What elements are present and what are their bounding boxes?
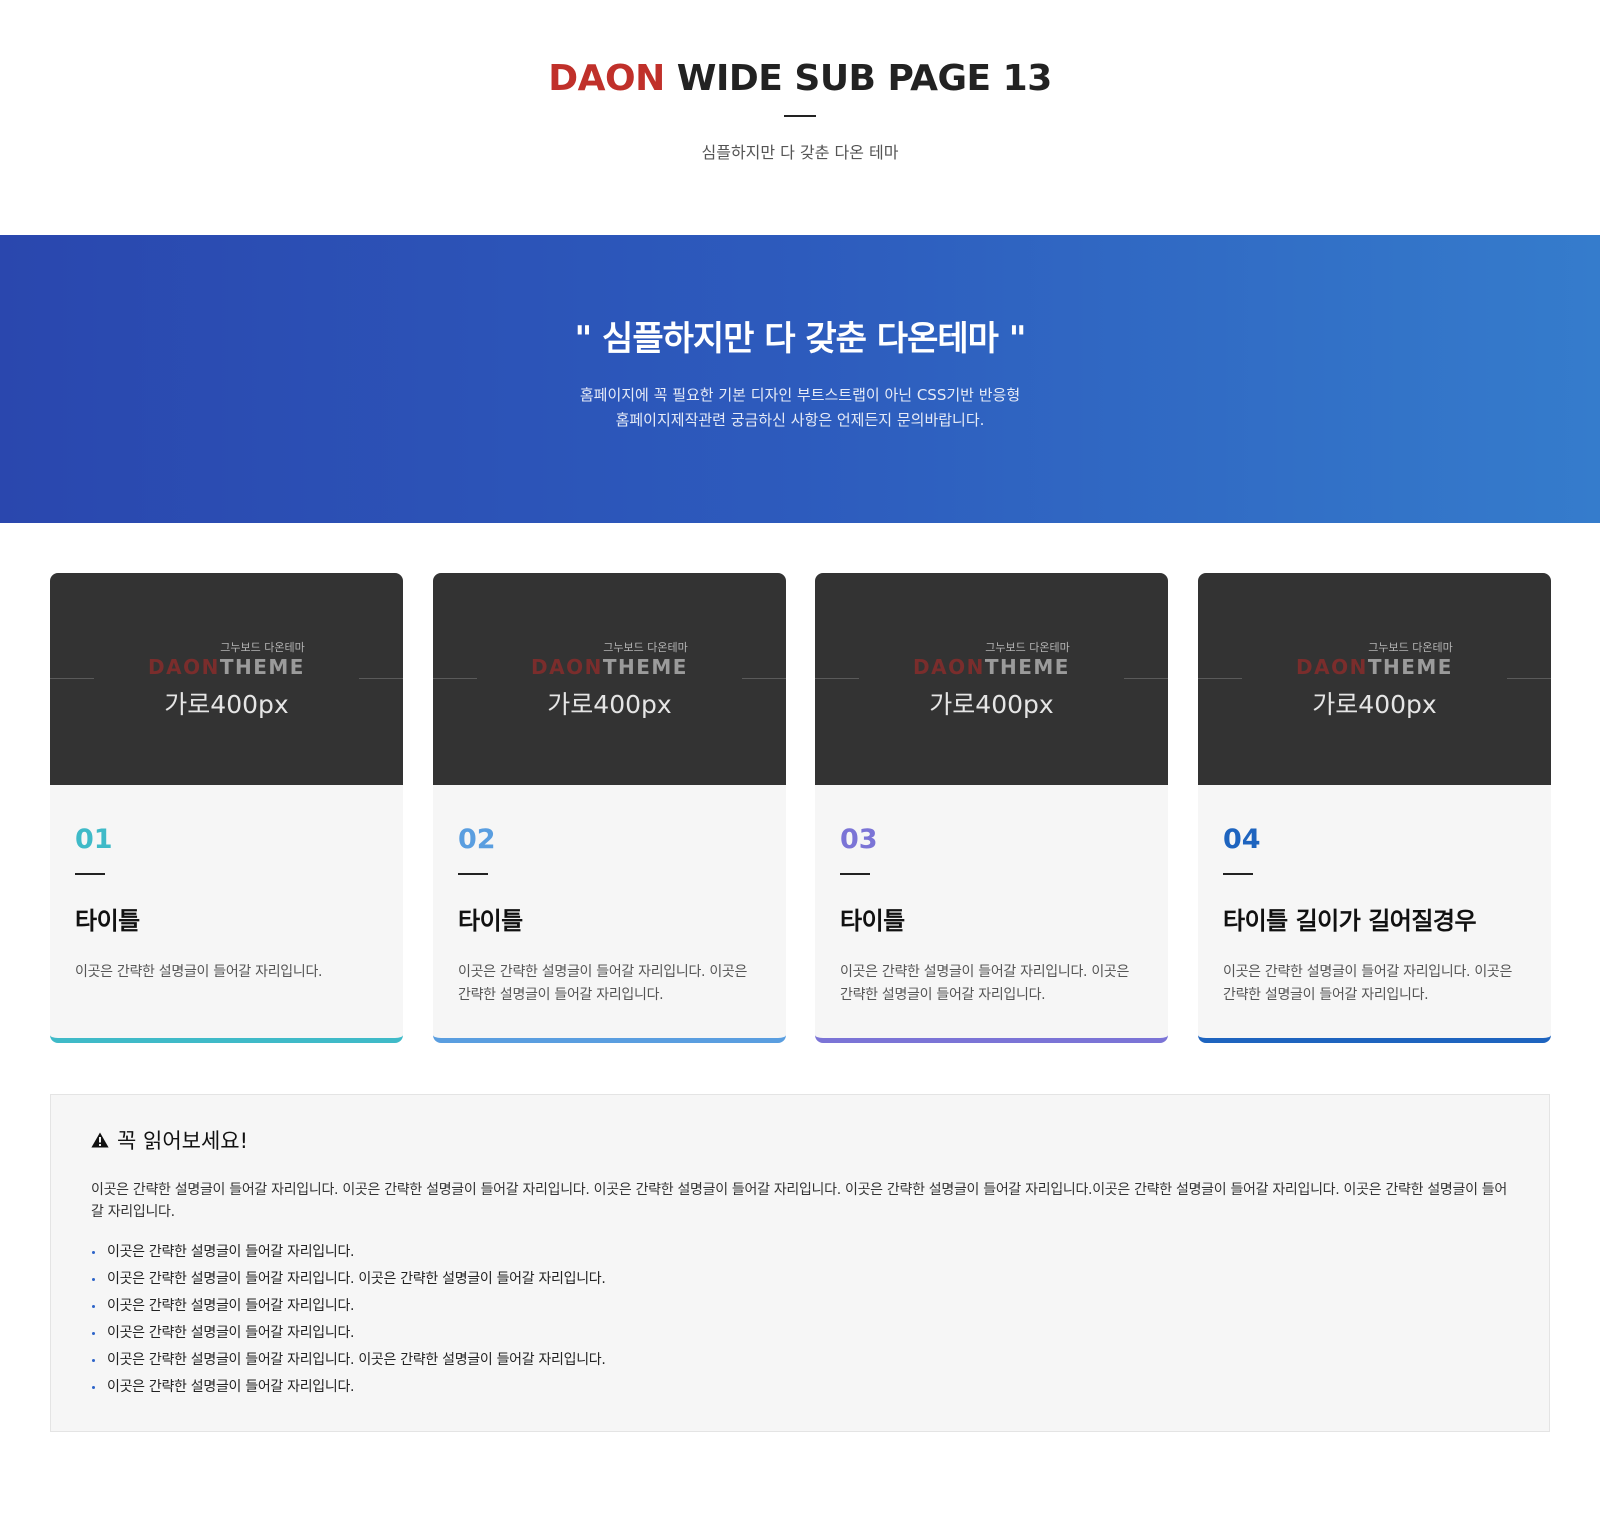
card-body: 03 타이틀 이곳은 간략한 설명글이 들어갈 자리입니다. 이곳은 간략한 설… xyxy=(815,785,1168,1007)
thumb-caption: 그누보드 다온테마 xyxy=(603,641,688,654)
page-title-rest: WIDE SUB PAGE 13 xyxy=(676,58,1052,99)
notice-title: 꼭 읽어보세요! xyxy=(117,1129,249,1153)
card-thumbnail: 그누보드 다온테마 DAONTHEME 가로400px xyxy=(815,573,1168,785)
page-subtitle: 심플하지만 다 갖춘 다온 테마 xyxy=(701,143,899,162)
banner-quote: " 심플하지만 다 갖춘 다온테마 " xyxy=(574,319,1027,359)
feature-card[interactable]: 그누보드 다온테마 DAONTHEME 가로400px 01 타이틀 이곳은 간… xyxy=(50,573,403,1043)
page-title: DAON WIDE SUB PAGE 13 xyxy=(0,57,1600,101)
card-number: 01 xyxy=(75,824,113,855)
card-title: 타이틀 xyxy=(75,907,140,935)
thumb-brand-theme: THEME xyxy=(219,655,305,679)
hero-banner: " 심플하지만 다 갖춘 다온테마 " 홈페이지에 꼭 필요한 기본 디자인 부… xyxy=(0,235,1600,523)
card-separator xyxy=(458,873,488,875)
thumb-size-label: 가로400px xyxy=(929,690,1054,719)
thumb-caption: 그누보드 다온테마 xyxy=(985,641,1070,654)
page-title-accent: DAON xyxy=(548,58,665,99)
feature-card[interactable]: 그누보드 다온테마 DAONTHEME 가로400px 03 타이틀 이곳은 간… xyxy=(815,573,1168,1043)
card-description: 이곳은 간략한 설명글이 들어갈 자리입니다. 이곳은 간략한 설명글이 들어갈… xyxy=(840,964,1130,1003)
card-title: 타이틀 xyxy=(840,907,905,935)
thumb-caption: 그누보드 다온테마 xyxy=(1368,641,1453,654)
thumb-brand-theme: THEME xyxy=(984,655,1070,679)
card-number: 02 xyxy=(458,824,496,855)
banner-line-1: 홈페이지에 꼭 필요한 기본 디자인 부트스트랩이 아닌 CSS기반 반응형 xyxy=(579,386,1021,404)
feature-card[interactable]: 그누보드 다온테마 DAONTHEME 가로400px 04 타이틀 길이가 길… xyxy=(1198,573,1551,1043)
thumb-brand: DAONTHEME xyxy=(815,655,1168,679)
feature-card[interactable]: 그누보드 다온테마 DAONTHEME 가로400px 02 타이틀 이곳은 간… xyxy=(433,573,786,1043)
card-title: 타이틀 xyxy=(458,907,523,935)
card-body: 04 타이틀 길이가 길어질경우 이곳은 간략한 설명글이 들어갈 자리입니다.… xyxy=(1198,785,1551,1007)
warning-icon xyxy=(91,1132,109,1148)
thumb-caption: 그누보드 다온테마 xyxy=(220,641,305,654)
banner-description: 홈페이지에 꼭 필요한 기본 디자인 부트스트랩이 아닌 CSS기반 반응형 홈… xyxy=(0,383,1600,433)
list-item: 이곳은 간략한 설명글이 들어갈 자리입니다. xyxy=(91,1293,1509,1320)
card-number: 03 xyxy=(840,824,878,855)
card-thumbnail: 그누보드 다온테마 DAONTHEME 가로400px xyxy=(1198,573,1551,785)
notice-list: 이곳은 간략한 설명글이 들어갈 자리입니다. 이곳은 간략한 설명글이 들어갈… xyxy=(91,1239,1509,1401)
card-thumbnail: 그누보드 다온테마 DAONTHEME 가로400px xyxy=(433,573,786,785)
thumb-brand: DAONTHEME xyxy=(433,655,786,679)
thumb-brand: DAONTHEME xyxy=(50,655,403,679)
card-description: 이곳은 간략한 설명글이 들어갈 자리입니다. 이곳은 간략한 설명글이 들어갈… xyxy=(458,964,748,1003)
notice-paragraph: 이곳은 간략한 설명글이 들어갈 자리입니다. 이곳은 간략한 설명글이 들어갈… xyxy=(91,1182,1507,1220)
list-item: 이곳은 간략한 설명글이 들어갈 자리입니다. xyxy=(91,1320,1509,1347)
list-item: 이곳은 간략한 설명글이 들어갈 자리입니다. 이곳은 간략한 설명글이 들어갈… xyxy=(91,1347,1509,1374)
card-body: 02 타이틀 이곳은 간략한 설명글이 들어갈 자리입니다. 이곳은 간략한 설… xyxy=(433,785,786,1007)
notice-header: 꼭 읽어보세요! xyxy=(91,1125,1509,1155)
list-item: 이곳은 간략한 설명글이 들어갈 자리입니다. 이곳은 간략한 설명글이 들어갈… xyxy=(91,1266,1509,1293)
thumb-brand-daon: DAON xyxy=(913,655,985,679)
card-separator xyxy=(840,873,870,875)
thumb-brand-daon: DAON xyxy=(148,655,220,679)
title-divider xyxy=(784,115,816,117)
list-item: 이곳은 간략한 설명글이 들어갈 자리입니다. xyxy=(91,1239,1509,1266)
card-body: 01 타이틀 이곳은 간략한 설명글이 들어갈 자리입니다. xyxy=(50,785,403,984)
card-title: 타이틀 길이가 길어질경우 xyxy=(1223,907,1477,935)
card-description: 이곳은 간략한 설명글이 들어갈 자리입니다. 이곳은 간략한 설명글이 들어갈… xyxy=(1223,964,1513,1003)
notice-box: 꼭 읽어보세요! 이곳은 간략한 설명글이 들어갈 자리입니다. 이곳은 간략한… xyxy=(50,1094,1550,1432)
thumb-brand-daon: DAON xyxy=(531,655,603,679)
thumb-size-label: 가로400px xyxy=(164,690,289,719)
card-description: 이곳은 간략한 설명글이 들어갈 자리입니다. xyxy=(75,964,323,980)
card-thumbnail: 그누보드 다온테마 DAONTHEME 가로400px xyxy=(50,573,403,785)
feature-cards: 그누보드 다온테마 DAONTHEME 가로400px 01 타이틀 이곳은 간… xyxy=(0,523,1600,1063)
card-number: 04 xyxy=(1223,824,1261,855)
card-separator xyxy=(1223,873,1253,875)
thumb-size-label: 가로400px xyxy=(1312,690,1437,719)
thumb-brand: DAONTHEME xyxy=(1198,655,1551,679)
thumb-size-label: 가로400px xyxy=(547,690,672,719)
list-item: 이곳은 간략한 설명글이 들어갈 자리입니다. xyxy=(91,1374,1509,1401)
thumb-brand-theme: THEME xyxy=(1367,655,1453,679)
banner-line-2: 홈페이지제작관련 궁금하신 사항은 언제든지 문의바랍니다. xyxy=(615,411,985,429)
page-header: DAON WIDE SUB PAGE 13 심플하지만 다 갖춘 다온 테마 xyxy=(0,0,1600,235)
card-separator xyxy=(75,873,105,875)
thumb-brand-daon: DAON xyxy=(1296,655,1368,679)
thumb-brand-theme: THEME xyxy=(602,655,688,679)
